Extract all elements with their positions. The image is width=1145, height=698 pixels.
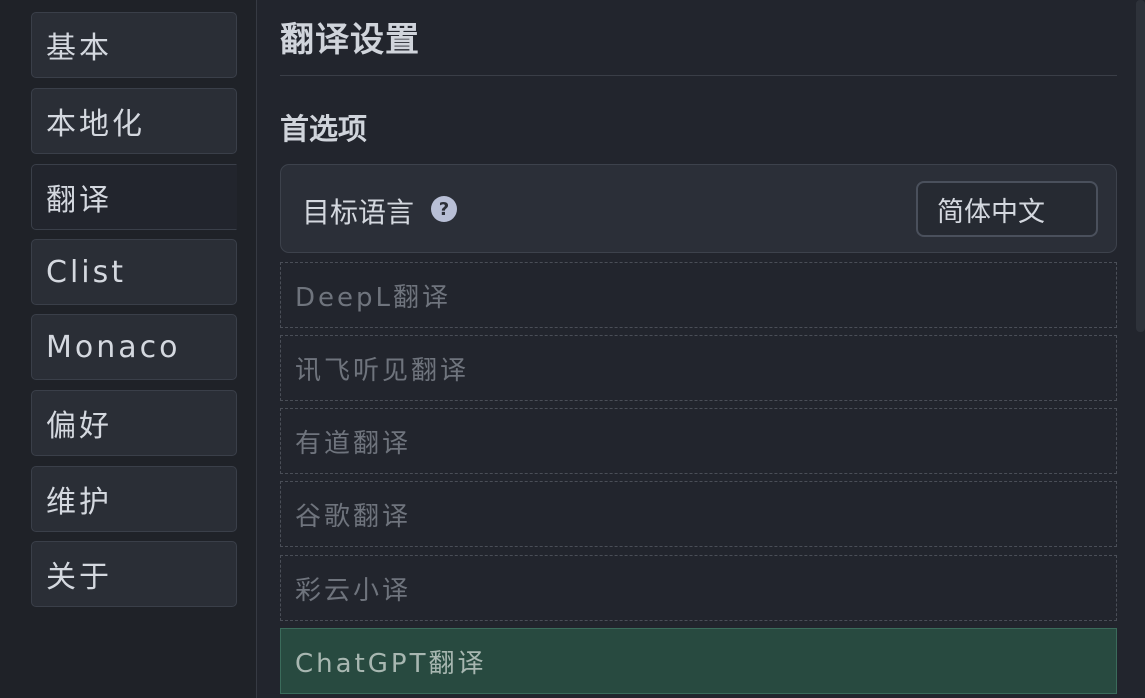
preferences-section-title: 首选项 bbox=[280, 112, 368, 146]
sidebar-item-maintenance[interactable]: 维护 bbox=[31, 466, 237, 532]
engine-item-google[interactable]: 谷歌翻译 bbox=[280, 481, 1117, 547]
settings-window: 基本 本地化 翻译 Clist Monaco 偏好 维护 关于 翻译设置 首选项… bbox=[0, 0, 1145, 698]
scrollbar-thumb[interactable] bbox=[1136, 0, 1145, 332]
sidebar-item-translation[interactable]: 翻译 bbox=[31, 164, 237, 230]
target-language-label: 目标语言 bbox=[302, 196, 415, 229]
target-language-select[interactable]: 简体中文 bbox=[916, 181, 1098, 237]
sidebar-item-basic[interactable]: 基本 bbox=[31, 12, 237, 78]
translation-settings-panel: 翻译设置 首选项 目标语言 ? 简体中文 DeepL翻译 讯飞听见翻译 有道翻译… bbox=[280, 0, 1117, 698]
page-title: 翻译设置 bbox=[280, 20, 420, 60]
sidebar-item-about[interactable]: 关于 bbox=[31, 541, 237, 607]
title-divider bbox=[280, 75, 1117, 76]
sidebar-item-monaco[interactable]: Monaco bbox=[31, 314, 237, 380]
engine-item-caiyun[interactable]: 彩云小译 bbox=[280, 555, 1117, 621]
sidebar-item-preferences[interactable]: 偏好 bbox=[31, 390, 237, 456]
sidebar-item-clist[interactable]: Clist bbox=[31, 239, 237, 305]
help-icon[interactable]: ? bbox=[431, 196, 457, 222]
settings-sidebar: 基本 本地化 翻译 Clist Monaco 偏好 维护 关于 bbox=[0, 0, 257, 698]
engine-item-youdao[interactable]: 有道翻译 bbox=[280, 408, 1117, 474]
engine-item-iflytek[interactable]: 讯飞听见翻译 bbox=[280, 335, 1117, 401]
target-language-setting: 目标语言 ? 简体中文 bbox=[280, 164, 1117, 253]
engine-item-deepl[interactable]: DeepL翻译 bbox=[280, 262, 1117, 328]
engine-item-chatgpt[interactable]: ChatGPT翻译 bbox=[280, 628, 1117, 694]
sidebar-item-localization[interactable]: 本地化 bbox=[31, 88, 237, 154]
